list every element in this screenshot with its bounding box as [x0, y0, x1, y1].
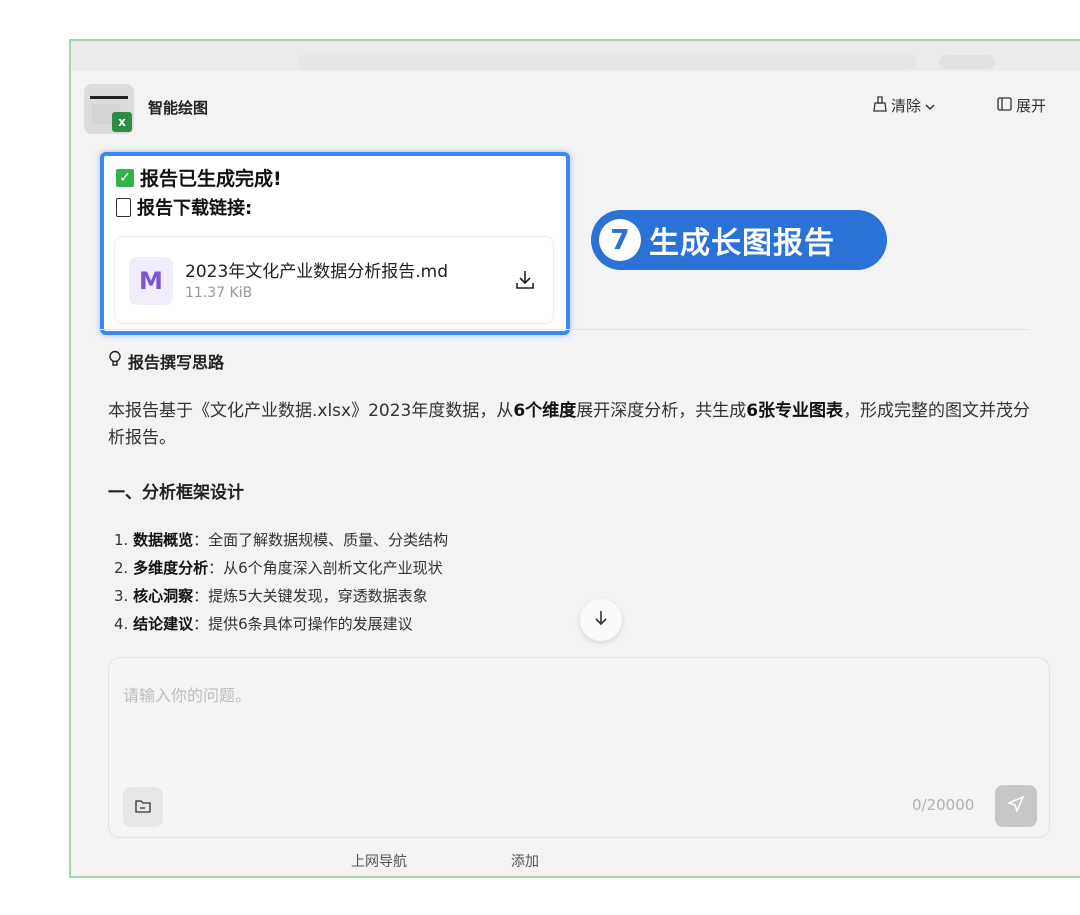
arrow-down-icon [594, 610, 608, 630]
chevron-down-icon [925, 97, 935, 115]
attach-file-button[interactable] [123, 787, 163, 827]
excel-icon: x [112, 112, 132, 132]
intro-paragraph: 本报告基于《文化产业数据.xlsx》2023年度数据，从6个维度展开深度分析，共… [108, 401, 1031, 449]
app-icon: x [84, 84, 134, 134]
app-title: 智能绘图 [148, 99, 209, 117]
file-name: 2023年文化产业数据分析报告.md [185, 262, 449, 282]
success-text: 报告已生成完成! [140, 168, 282, 190]
download-line: 报告下载链接: [116, 194, 252, 220]
check-icon: ✓ [116, 168, 134, 187]
lightbulb-icon [108, 350, 122, 372]
step-label: 生成长图报告 [649, 226, 835, 261]
report-result-card: ✓ 报告已生成完成! 报告下载链接: M 2023年文化产业数据分析报告.md … [100, 152, 570, 335]
send-icon [1006, 795, 1025, 817]
folder-icon [135, 798, 151, 817]
app-window: x 智能绘图 清除 展开 ✓ 报告已生成完成! 报告下载链接: M 2023年文… [69, 39, 1080, 878]
list-item: 4. 结论建议：提供6条具体可操作的发展建议 [114, 615, 413, 633]
scroll-to-bottom-button[interactable] [580, 599, 622, 641]
address-bar [297, 55, 917, 69]
expand-label: 展开 [1016, 97, 1047, 115]
list-item: 3. 核心洞察：提炼5大关键发现，穿透数据表象 [114, 587, 428, 605]
framework-heading: 一、分析框架设计 [108, 483, 244, 503]
broom-icon [873, 95, 887, 116]
download-icon[interactable] [515, 269, 535, 295]
framework-list: 1. 数据概览：全面了解数据规模、质量、分类结构 2. 多维度分析：从6个角度深… [114, 526, 448, 638]
download-heading: 报告下载链接: [137, 198, 253, 219]
footer-link-add[interactable]: 添加 [511, 851, 539, 871]
success-line: ✓ 报告已生成完成! [116, 164, 282, 191]
send-button[interactable] [995, 785, 1037, 827]
clear-label: 清除 [891, 97, 922, 115]
footer-link-nav[interactable]: 上网导航 [351, 851, 407, 871]
divider [100, 329, 1030, 330]
document-icon [116, 197, 131, 217]
list-item: 1. 数据概览：全面了解数据规模、质量、分类结构 [114, 531, 449, 549]
section-title-text: 报告撰写思路 [128, 353, 225, 372]
char-counter: 0/20000 [912, 796, 975, 814]
step-number: 7 [599, 219, 641, 261]
message-composer[interactable]: 请输入你的问题。 0/20000 [108, 657, 1050, 838]
list-item: 2. 多维度分析：从6个角度深入剖析文化产业现状 [114, 559, 443, 577]
markdown-file-icon: M [129, 257, 173, 305]
message-input[interactable]: 请输入你的问题。 [123, 682, 251, 706]
clear-button[interactable]: 清除 [873, 95, 935, 116]
expand-button[interactable]: 展开 [997, 95, 1046, 116]
report-approach-heading: 报告撰写思路 [108, 349, 224, 373]
browser-top-strip [71, 41, 1080, 71]
file-size: 11.37 KiB [185, 285, 253, 301]
sidebar-panel-icon [997, 96, 1012, 115]
chat-header: x 智能绘图 清除 展开 [71, 71, 1080, 145]
toolbar-button [939, 55, 995, 69]
step-badge: 7 生成长图报告 [591, 210, 887, 270]
file-attachment[interactable]: M 2023年文化产业数据分析报告.md 11.37 KiB [114, 236, 554, 324]
